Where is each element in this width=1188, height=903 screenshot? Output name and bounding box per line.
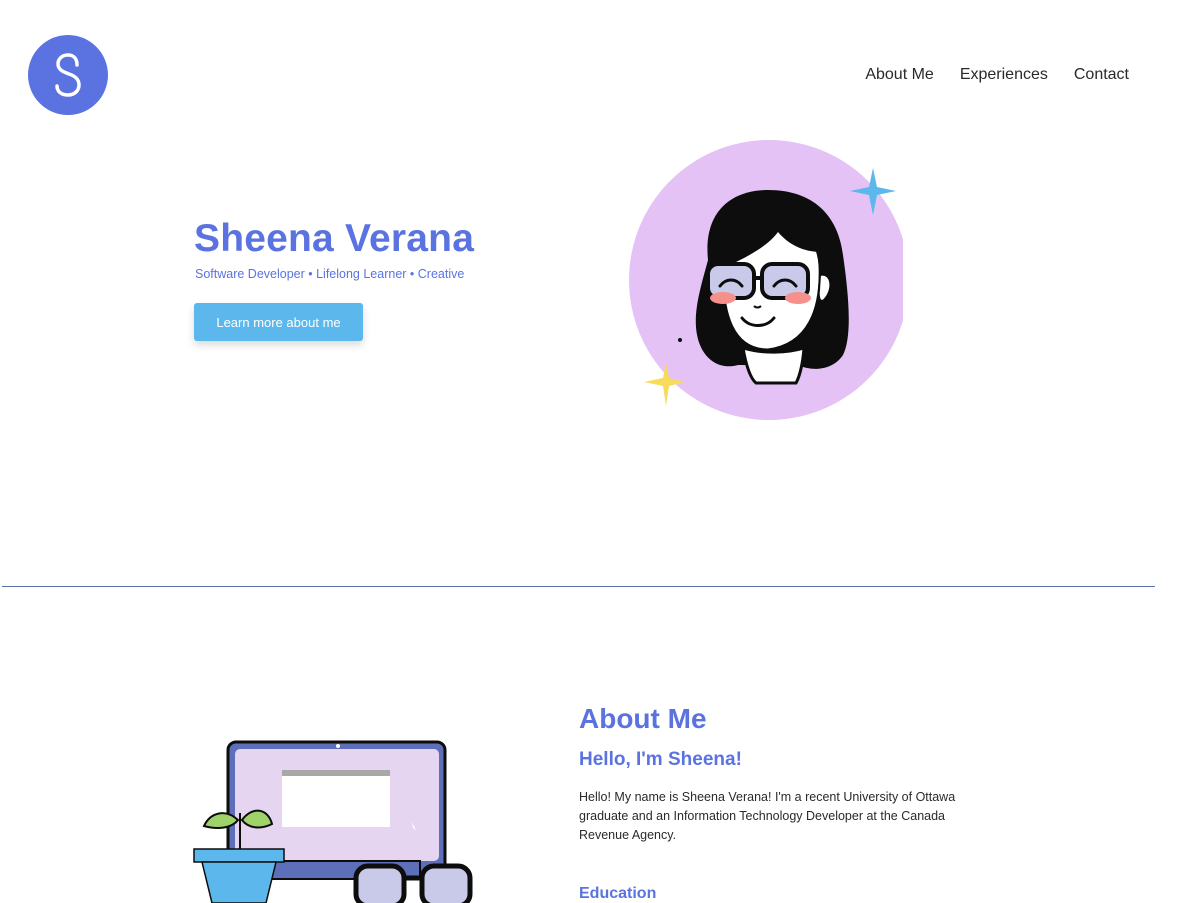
about-title: About Me xyxy=(579,703,707,734)
about-subtitle: Hello, I'm Sheena! xyxy=(579,749,742,770)
hero-name: Sheena Verana xyxy=(194,217,475,260)
education-title: Education xyxy=(579,885,657,902)
nav-experiences[interactable]: Experiences xyxy=(960,65,1048,85)
hero-tagline: Software Developer • Lifelong Learner • … xyxy=(195,267,465,281)
nav-contact[interactable]: Contact xyxy=(1074,65,1129,85)
logo-icon[interactable] xyxy=(28,35,108,115)
about-description: Hello! My name is Sheena Verana! I'm a r… xyxy=(579,790,956,842)
avatar-illustration xyxy=(629,140,903,420)
page: About Me Experiences Contact Sheena Vera… xyxy=(0,0,1188,903)
main-nav: About Me Experiences Contact xyxy=(865,65,1129,85)
nav-about-me[interactable]: About Me xyxy=(865,65,933,85)
learn-more-button[interactable]: Learn more about me xyxy=(194,303,363,341)
laptop-illustration xyxy=(193,740,473,903)
section-divider xyxy=(2,586,1155,587)
plant-icon xyxy=(193,809,285,903)
s-logo-icon xyxy=(55,53,81,97)
